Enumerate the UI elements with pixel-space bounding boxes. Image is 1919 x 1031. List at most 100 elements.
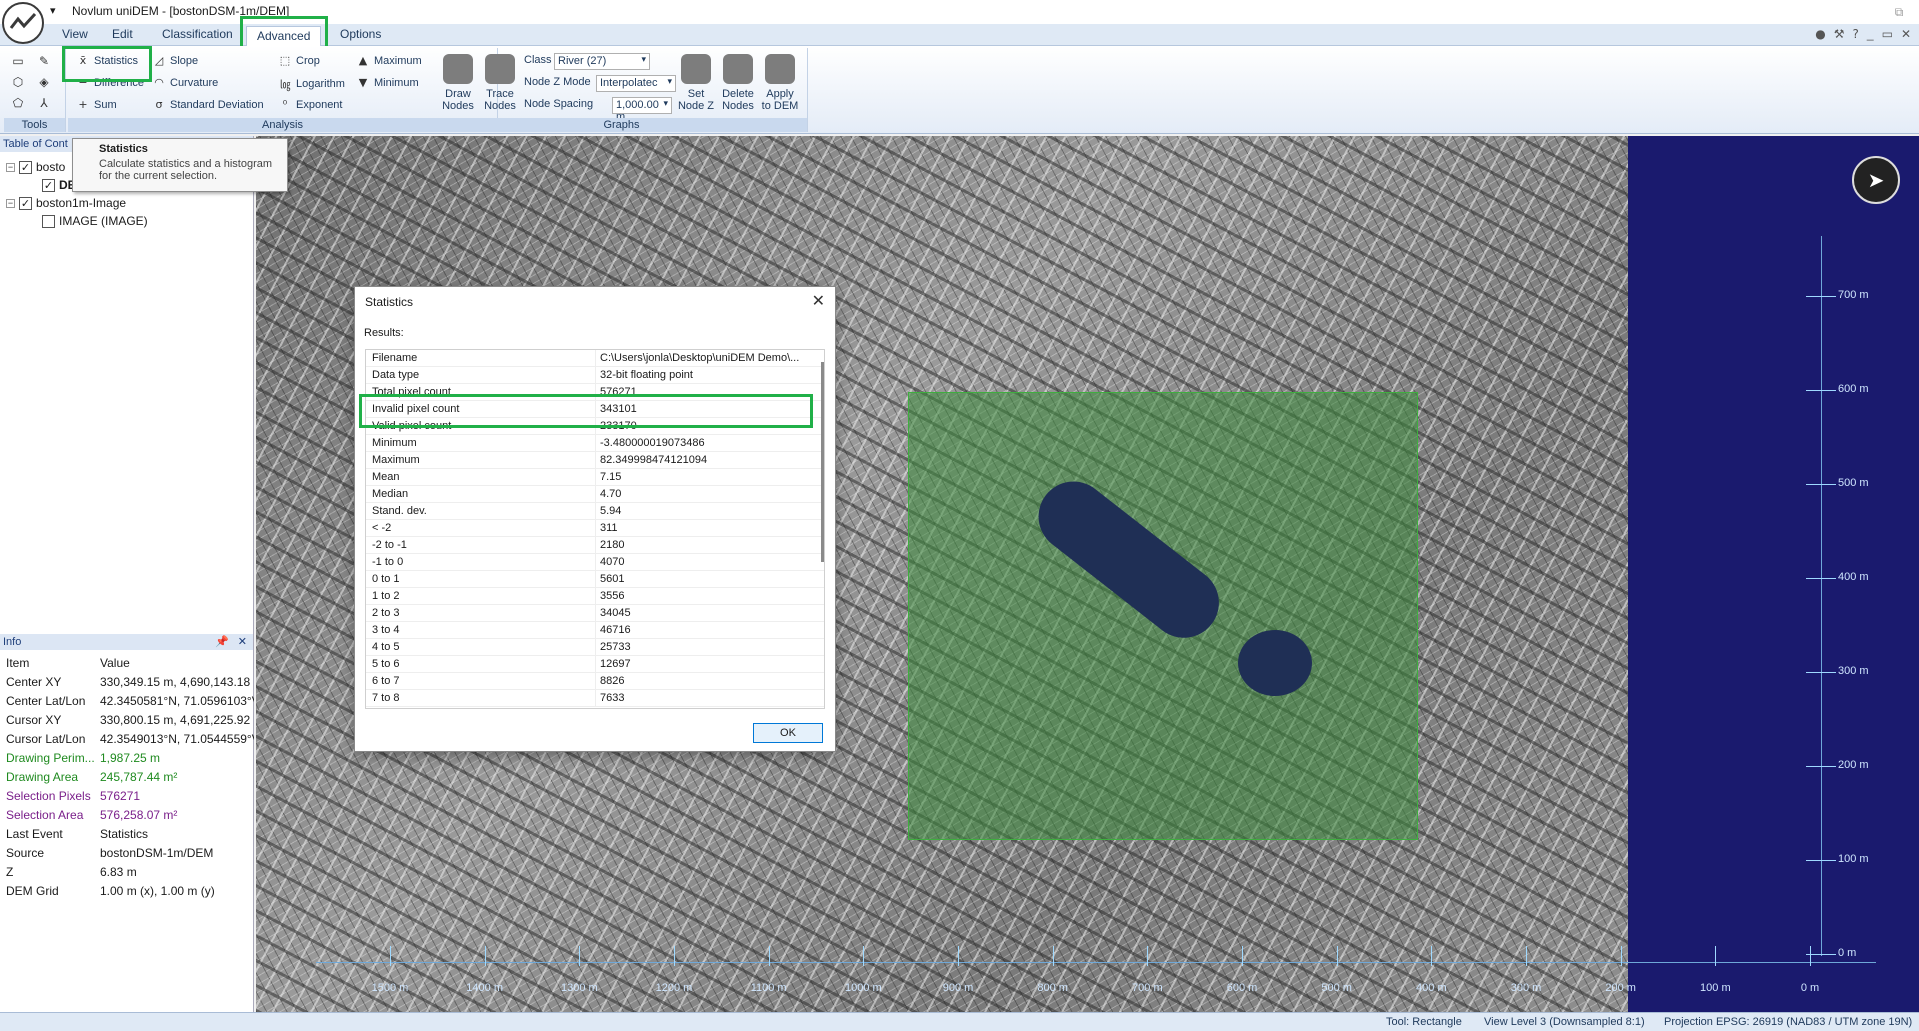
statistics-row[interactable]: 6 to 7 8826 [366,673,824,690]
log-icon: ㏒ [279,78,291,91]
statistics-row[interactable]: -1 to 0 4070 [366,554,824,571]
lasso-icon[interactable]: ⬡ [10,75,26,91]
collapse-icon[interactable]: − [6,198,15,208]
min-icon: ▼ [358,76,368,89]
set-node-z-button[interactable]: Set Node Z [676,54,716,112]
tools-icon[interactable]: ⚒ [1834,27,1845,41]
statistic-value: 4070 [600,556,625,568]
toc-layer-image[interactable]: IMAGE (IMAGE) [42,214,148,228]
statistics-row[interactable]: -2 to -1 2180 [366,537,824,554]
close-icon[interactable]: ✕ [238,634,247,650]
toc-layer-dem[interactable]: ✓ DE [42,178,76,192]
tab-edit[interactable]: Edit [112,27,133,41]
statistics-row[interactable]: 2 to 3 34045 [366,605,824,622]
draw-nodes-button[interactable]: Draw Nodes [438,54,478,112]
slope-button[interactable]: ◿ Slope [152,54,198,67]
statistic-name: -1 to 0 [366,554,596,570]
statistic-value: 32-bit floating point [600,369,693,381]
crop-button[interactable]: ⬚ Crop [278,54,320,67]
layer-checkbox[interactable]: ✓ [19,160,32,174]
pencil-icon[interactable]: ✎ [36,54,52,70]
layer-checkbox[interactable]: ✓ [42,178,55,192]
close-child-button[interactable]: ✕ [1901,27,1911,41]
info-item: Cursor Lat/Lon [6,732,86,746]
collapse-icon[interactable]: − [6,162,15,172]
scale-tick [1806,672,1836,673]
statistics-row[interactable]: Median 4.70 [366,486,824,503]
scale-tick [1052,946,1054,966]
exponent-button[interactable]: ⁰ Exponent [278,98,343,111]
app-logo-icon [9,12,37,29]
statistics-row[interactable]: 1 to 2 3556 [366,588,824,605]
slope-icon: ◿ [154,54,164,67]
info-value: 6.83 m [100,865,137,879]
statistics-row[interactable]: Minimum -3.480000019073486 [366,435,824,452]
scale-label: 0 m [1800,982,1820,994]
info-table: Item Value Center XY 330,349.15 m, 4,690,… [0,654,254,901]
restore-button[interactable]: ⧉ [1879,0,1919,24]
statistic-value: 311 [600,522,618,534]
ok-button[interactable]: OK [753,723,823,743]
class-dropdown[interactable]: River (27) [554,53,650,70]
plus-icon: + [78,98,88,111]
trace-nodes-button[interactable]: Trace Nodes [480,54,520,112]
statistics-row[interactable]: 3 to 4 46716 [366,622,824,639]
statistics-row[interactable]: 4 to 5 25733 [366,639,824,656]
statistics-row[interactable]: Data type 32-bit floating point [366,367,824,384]
tab-classification[interactable]: Classification [162,27,233,41]
layer-checkbox[interactable] [42,214,55,228]
delete-nodes-button[interactable]: Delete Nodes [718,54,758,112]
curvature-button[interactable]: ◠ Curvature [152,76,218,89]
minimum-button[interactable]: ▼ Minimum [356,76,419,89]
statistics-row[interactable]: 7 to 8 7633 [366,690,824,707]
node-z-mode-dropdown[interactable]: Interpolatec [596,75,676,92]
maximum-button[interactable]: ▲ Maximum [356,54,422,67]
status-tool: Tool: Rectangle [1386,1016,1462,1028]
tab-view[interactable]: View [62,27,88,41]
statistic-value: 7.15 [600,471,622,483]
scale-label: 400 m [1416,982,1447,994]
dialog-close-icon[interactable]: ✕ [812,291,825,310]
scale-label: 700 m [1838,289,1869,301]
statistics-row[interactable]: Filename C:\Users\jonla\Desktop\uniDEM De… [366,350,824,367]
toc-layer-boston-image[interactable]: − ✓ boston1m-Image [6,196,126,210]
statistics-row[interactable]: 5 to 6 12697 [366,656,824,673]
layer-checkbox[interactable]: ✓ [19,196,32,210]
node-spacing-input[interactable]: 1,000.00 m [612,97,672,123]
statistics-row[interactable]: Mean 7.15 [366,469,824,486]
statistic-name: 2 to 3 [366,605,596,621]
statistics-row[interactable]: Stand. dev. 5.94 [366,503,824,520]
info-row: Drawing Perim... 1,987.25 m [0,749,254,768]
scale-tick [1336,946,1338,966]
quick-access-dropdown[interactable]: ▾ [50,4,56,17]
info-row: Z 6.83 m [0,863,254,882]
status-dot-icon[interactable]: ● [1815,27,1825,41]
statistics-row[interactable]: 0 to 1 5601 [366,571,824,588]
sum-button[interactable]: + Sum [76,98,116,111]
help-icon[interactable]: ? [1853,27,1859,41]
fill-icon[interactable]: ◈ [36,75,52,91]
statistic-value: 2180 [600,539,625,551]
info-item: Cursor XY [6,713,62,727]
apply-to-dem-button[interactable]: Apply to DEM [760,54,800,112]
standard-deviation-button[interactable]: σ Standard Deviation [152,98,264,111]
graphs-group-label: Graphs [436,118,807,132]
scale-label: 700 m [1132,982,1163,994]
rectangle-select-icon[interactable]: ▭ [10,54,26,70]
toc-layer-boston[interactable]: − ✓ bosto [6,160,65,174]
statistic-name: 4 to 5 [366,639,596,655]
results-scrollbar[interactable] [821,362,824,562]
polygon-select-icon[interactable]: ⬠ [10,96,26,112]
tools-group-label: Tools [4,118,65,132]
scale-label: 0 m [1838,947,1857,959]
statistics-row[interactable]: Maximum 82.349998474121094 [366,452,824,469]
tab-options[interactable]: Options [340,27,381,41]
logarithm-button[interactable]: ㏒ Logarithm [278,76,345,92]
statistics-row[interactable]: < -2 311 [366,520,824,537]
app-menu-button[interactable] [2,2,44,44]
minimize-child-button[interactable]: _ [1867,27,1874,41]
restore-child-button[interactable]: ▭ [1882,27,1893,41]
pin-icon[interactable]: 📌 [215,634,229,650]
compass-icon[interactable]: ➤ [1852,156,1900,204]
measure-icon[interactable]: ⅄ [36,96,52,112]
